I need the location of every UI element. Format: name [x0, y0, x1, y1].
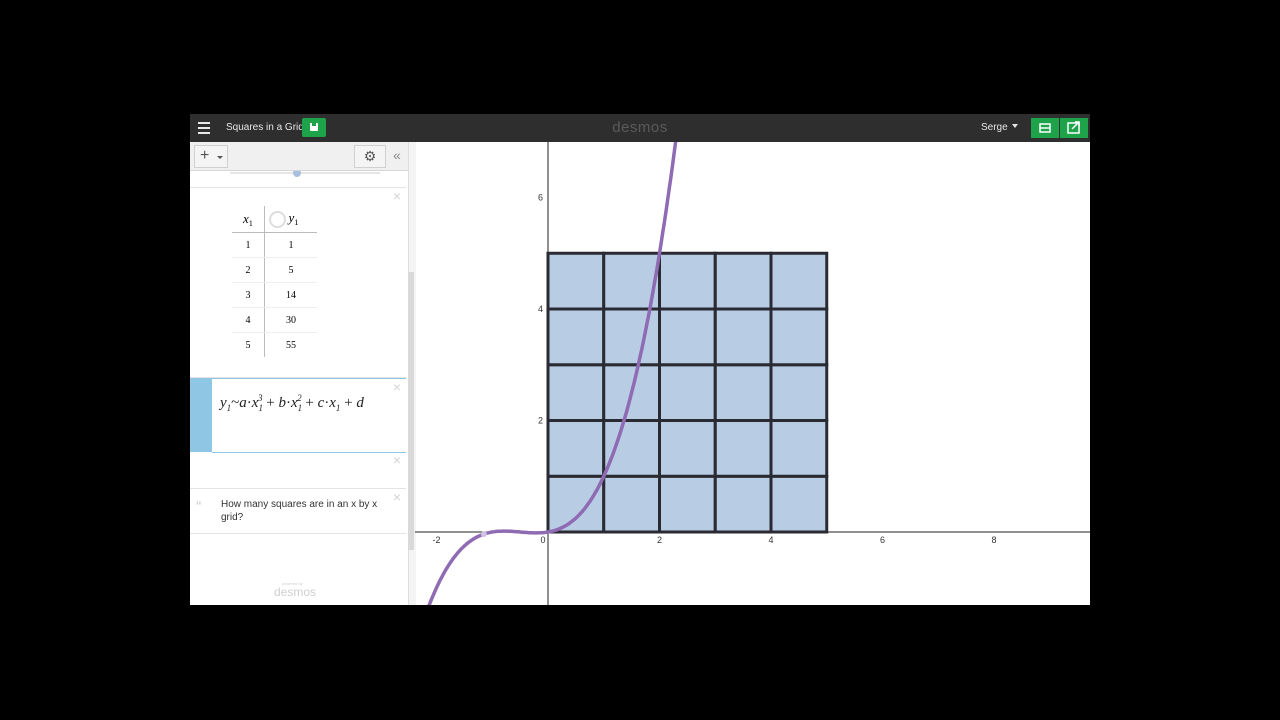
grid-square [713, 363, 773, 422]
grid-square [546, 474, 606, 534]
table-row[interactable]: 25 [232, 257, 317, 283]
table-cell-x[interactable]: 3 [232, 282, 265, 308]
settings-button[interactable]: ⚙ [354, 145, 386, 168]
x-tick-label: 0 [540, 535, 545, 545]
grid-square [713, 474, 773, 534]
expression-row-regression[interactable]: × y1~a·x13 + b·x12 + c·x1 + d [190, 378, 406, 453]
add-expression-button[interactable]: + [194, 145, 228, 168]
delete-expression-icon[interactable]: × [393, 490, 401, 504]
delete-expression-icon[interactable]: × [393, 189, 401, 203]
table-cell-y[interactable]: 1 [264, 232, 317, 258]
graph-canvas[interactable]: -2 0 2 4 6 8 2 4 6 [415, 135, 1090, 605]
data-table[interactable]: x1 y1 1 1 2 5 3 14 4 30 5 55 [232, 206, 317, 357]
table-row[interactable]: 11 [232, 232, 317, 258]
delete-expression-icon[interactable]: × [393, 380, 401, 394]
graph-paper[interactable]: -2 0 2 4 6 8 2 4 6 [415, 135, 1090, 605]
curve-point [480, 531, 487, 538]
print-icon [1039, 123, 1051, 133]
table-header-x[interactable]: x1 [232, 206, 265, 233]
x-tick-label: 8 [991, 535, 996, 545]
grid-square [658, 251, 717, 311]
regression-formula[interactable]: y1~a·x13 + b·x12 + c·x1 + d [220, 393, 364, 413]
grid-square [713, 419, 773, 478]
table-row[interactable]: 5 55 [232, 332, 318, 358]
y-tick-label: 6 [538, 193, 543, 203]
table-body: 1 1 2 5 3 14 4 30 5 55 [232, 232, 318, 358]
grid-square [713, 251, 773, 311]
expression-gutter [190, 452, 212, 488]
scrollbar-thumb[interactable] [408, 272, 414, 550]
grid-square [546, 363, 606, 422]
table-cell-y[interactable]: 14 [264, 282, 317, 308]
table-cell-y[interactable]: 30 [264, 307, 317, 333]
print-button[interactable] [1031, 118, 1059, 138]
collapse-panel-icon[interactable]: « [393, 147, 401, 163]
table-cell-y[interactable]: 5 [264, 257, 317, 283]
grid-square [769, 419, 829, 478]
gear-icon: ⚙ [363, 148, 377, 164]
x-tick-label: -2 [432, 535, 440, 545]
table-cell-x[interactable]: 2 [232, 257, 265, 283]
table-cell-y[interactable]: 55 [265, 333, 318, 358]
expression-row-note[interactable]: “ × How many squares are in an x by x gr… [190, 489, 406, 534]
expression-gutter [190, 171, 212, 187]
caret-down-icon [1011, 124, 1018, 128]
note-quote-icon: “ [196, 499, 202, 516]
table-cell-x[interactable]: 1 [232, 232, 265, 258]
table-row[interactable]: 3 14 [232, 282, 317, 308]
grid-square [658, 307, 717, 367]
regression-curve [427, 135, 678, 605]
grid-square [658, 419, 717, 478]
x-tick-label: 6 [880, 535, 885, 545]
expression-toolbar: + ⚙ « [190, 142, 408, 171]
expression-row-slider[interactable] [190, 171, 406, 188]
grid-square [769, 307, 829, 367]
table-header-y[interactable]: y1 [264, 206, 317, 233]
grid-square [602, 307, 661, 367]
top-bar: Squares in a Grid desmos Serge [190, 114, 1090, 142]
point-style-icon[interactable] [269, 211, 286, 229]
grid-square [769, 251, 829, 311]
desmos-window: Squares in a Grid desmos Serge + ⚙ « × x… [190, 114, 1090, 605]
user-name: Serge [981, 122, 1008, 133]
grid-square [546, 251, 606, 311]
table-cell-x[interactable]: 5 [232, 332, 265, 357]
user-menu[interactable]: Serge [981, 122, 1018, 133]
desmos-logo: desmos [612, 119, 668, 136]
table-cell-x[interactable]: 4 [232, 307, 265, 333]
grid-square [769, 363, 829, 422]
x-tick-label: 2 [657, 535, 662, 545]
slider-track[interactable] [230, 171, 380, 181]
grid-square [658, 474, 717, 534]
y-tick-label: 2 [538, 416, 543, 426]
grid-square [602, 474, 661, 534]
powered-by-desmos: powered by desmos [274, 581, 317, 599]
grid-square [769, 474, 829, 534]
expression-gutter [190, 188, 212, 377]
table-row[interactable]: 4 30 [232, 307, 317, 333]
expression-gutter-selected [190, 379, 212, 452]
grid-square [658, 363, 717, 422]
expression-row-table[interactable]: × x1 y1 1 1 2 5 3 14 4 30 5 55 [190, 188, 406, 378]
grid-square [713, 307, 773, 367]
grid-square [546, 307, 606, 367]
grid-square [602, 419, 661, 478]
grid-square [546, 419, 606, 478]
share-icon [1067, 121, 1080, 134]
expression-gutter: “ [190, 489, 212, 533]
note-text[interactable]: How many squares are in an x by x grid? [221, 498, 381, 524]
expression-row-empty[interactable]: × [190, 452, 406, 489]
share-button[interactable] [1060, 118, 1088, 138]
x-tick-label: 4 [768, 535, 773, 545]
y-tick-label: 4 [538, 304, 543, 314]
expression-panel: + ⚙ « × x1 y1 1 1 2 5 3 14 4 30 5 55 × y… [190, 142, 409, 605]
delete-expression-icon[interactable]: × [393, 453, 401, 467]
